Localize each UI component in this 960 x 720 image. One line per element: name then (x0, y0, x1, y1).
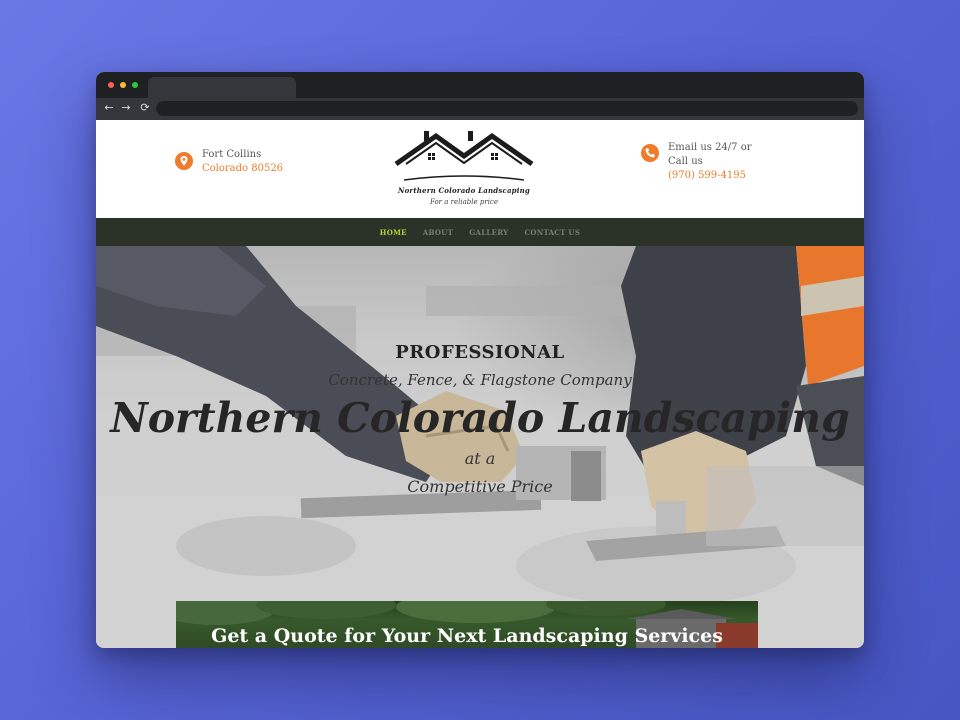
site-logo[interactable]: Northern Colorado Landscaping For a reli… (392, 128, 536, 208)
browser-tab-bar (96, 72, 864, 98)
close-window-button[interactable] (108, 82, 114, 88)
site-header: Fort Collins Colorado 80526 Northern Col… (96, 120, 864, 218)
maximize-window-button[interactable] (132, 82, 138, 88)
hero-section: PROFESSIONAL Concrete, Fence, & Flagston… (96, 246, 864, 648)
quote-banner: Get a Quote for Your Next Landscaping Se… (176, 601, 758, 648)
nav-item-contact-us[interactable]: CONTACT US (524, 228, 580, 237)
contact-email-line: Email us 24/7 or (668, 142, 752, 153)
hero-background-image (96, 246, 864, 648)
nav-item-gallery[interactable]: GALLERY (469, 228, 508, 237)
phone-icon (641, 144, 659, 162)
reload-icon[interactable]: ⟳ (138, 101, 152, 115)
phone-number-link[interactable]: (970) 599-4195 (668, 169, 752, 183)
roof-logo-icon (394, 131, 534, 181)
nav-item-home[interactable]: HOME (380, 228, 407, 237)
contact-call-line: Call us (668, 156, 703, 167)
main-navigation: HOME ABOUT GALLERY CONTACT US (96, 218, 864, 246)
minimize-window-button[interactable] (120, 82, 126, 88)
arrow-left-icon[interactable]: ← (102, 101, 116, 115)
logo-tagline: For a reliable price (429, 198, 498, 206)
website: Fort Collins Colorado 80526 Northern Col… (96, 120, 864, 648)
address-bar[interactable] (156, 101, 858, 116)
arrow-right-icon[interactable]: → (119, 101, 133, 115)
browser-window: ← → ⟳ Fort Collins Colorado 80526 Northe… (96, 72, 864, 648)
browser-toolbar: ← → ⟳ (96, 98, 864, 120)
location-info: Fort Collins Colorado 80526 (202, 148, 283, 176)
logo-title: Northern Colorado Landscaping (397, 186, 531, 195)
map-pin-icon (175, 152, 193, 170)
hero-line-price: Competitive Price (407, 477, 553, 496)
hero-title: Northern Colorado Landscaping (110, 394, 850, 442)
contact-info: Email us 24/7 or Call us (970) 599-4195 (668, 141, 752, 183)
quote-heading: Get a Quote for Your Next Landscaping Se… (211, 625, 723, 647)
browser-tab[interactable] (148, 77, 296, 98)
hero-line-at-a: at a (464, 449, 496, 468)
location-city: Fort Collins (202, 149, 262, 160)
hero-kicker: PROFESSIONAL (395, 342, 565, 363)
hero-subtitle: Concrete, Fence, & Flagstone Company (328, 371, 632, 389)
nav-item-about[interactable]: ABOUT (423, 228, 453, 237)
location-state-zip: Colorado 80526 (202, 163, 284, 174)
